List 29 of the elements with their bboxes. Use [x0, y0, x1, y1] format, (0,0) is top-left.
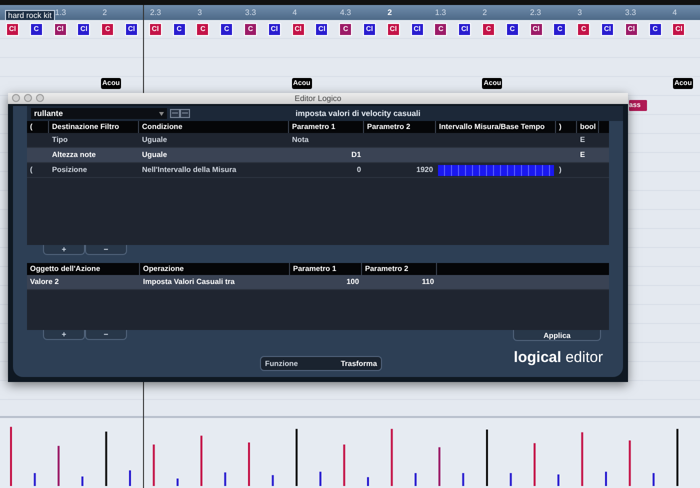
preset-title: imposta valori di velocity casuali: [296, 109, 422, 118]
minimize-button[interactable]: [24, 94, 32, 102]
ruler-mark: 2.3: [530, 8, 542, 17]
zoom-button[interactable]: [36, 94, 44, 102]
ruler-mark: 3: [198, 8, 202, 17]
close-button[interactable]: [12, 94, 20, 102]
preset-dropdown[interactable]: rullante: [31, 108, 167, 119]
add-button[interactable]: +: [43, 330, 85, 340]
window-title: Editor Logico: [294, 94, 342, 103]
ruler-mark: 2: [102, 8, 107, 17]
logo: logical editor: [514, 349, 603, 366]
ruler-mark: 3.3: [245, 8, 256, 17]
caret-icon: [159, 112, 164, 116]
range-bar[interactable]: [438, 164, 554, 176]
ruler-mark: 2.3: [150, 8, 162, 17]
ruler-mark: 4: [292, 8, 297, 17]
add-button[interactable]: +: [43, 245, 85, 255]
remove-button[interactable]: −: [85, 330, 127, 340]
ruler-mark: 3.3: [625, 8, 636, 17]
ruler-mark: 2: [388, 8, 392, 17]
ruler-mark: 3: [578, 8, 582, 17]
remove-button[interactable]: −: [85, 245, 127, 255]
track-name: hard rock kit: [5, 10, 55, 21]
ruler-mark: 1.3: [55, 8, 66, 17]
ruler-mark: 2: [482, 8, 487, 17]
ruler-mark: 4.3: [340, 8, 352, 17]
folder-icons[interactable]: [170, 109, 190, 118]
ruler-mark: 1.3: [435, 8, 446, 17]
ruler-mark: 4: [672, 8, 677, 17]
